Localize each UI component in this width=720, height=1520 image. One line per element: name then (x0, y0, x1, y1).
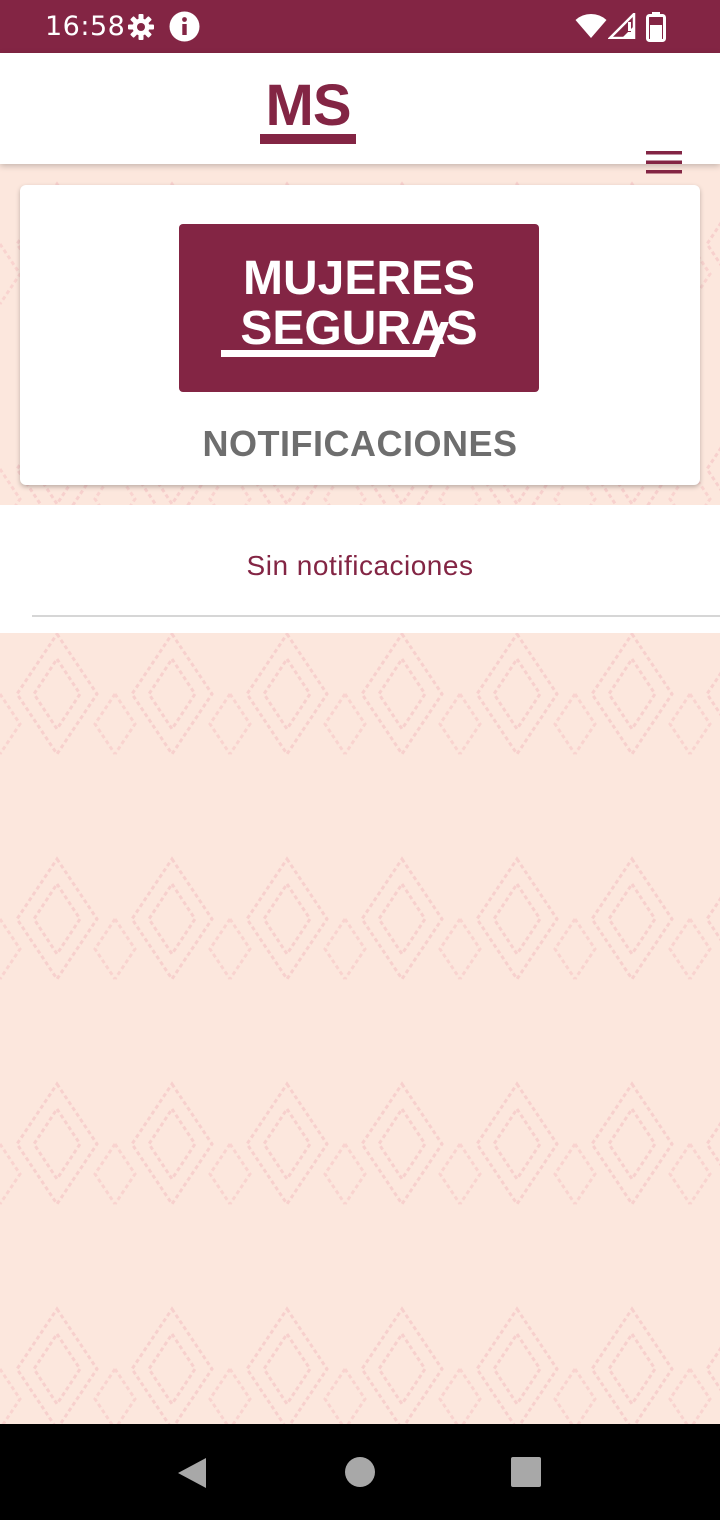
page-title: NOTIFICACIONES (202, 423, 518, 464)
status-time: 16:58 (45, 11, 126, 42)
system-nav-bar (0, 1424, 720, 1520)
info-icon (169, 11, 200, 42)
notifications-panel: Sin notificaciones (0, 505, 720, 633)
home-icon[interactable] (344, 1456, 376, 1488)
app-bar: MS (0, 53, 720, 174)
header-card: MUJERES SEGURAS NOTIFICACIONES (20, 185, 700, 485)
divider (32, 615, 720, 617)
app-logo[interactable]: MS (258, 77, 358, 145)
status-bar: 16:58 (0, 0, 720, 53)
back-icon[interactable] (176, 1456, 208, 1490)
empty-notifications-text: Sin notificaciones (246, 550, 474, 581)
mujeres-seguras-logo: MUJERES SEGURAS (179, 224, 539, 392)
settings-icon (128, 14, 154, 40)
signal-icon (608, 13, 636, 39)
battery-icon (646, 12, 666, 42)
hamburger-menu-icon[interactable] (642, 145, 686, 179)
recents-icon[interactable] (510, 1456, 542, 1488)
app-logo-text: MS (266, 77, 351, 138)
logo-line1: MUJERES (243, 252, 475, 305)
wifi-icon (575, 13, 607, 38)
